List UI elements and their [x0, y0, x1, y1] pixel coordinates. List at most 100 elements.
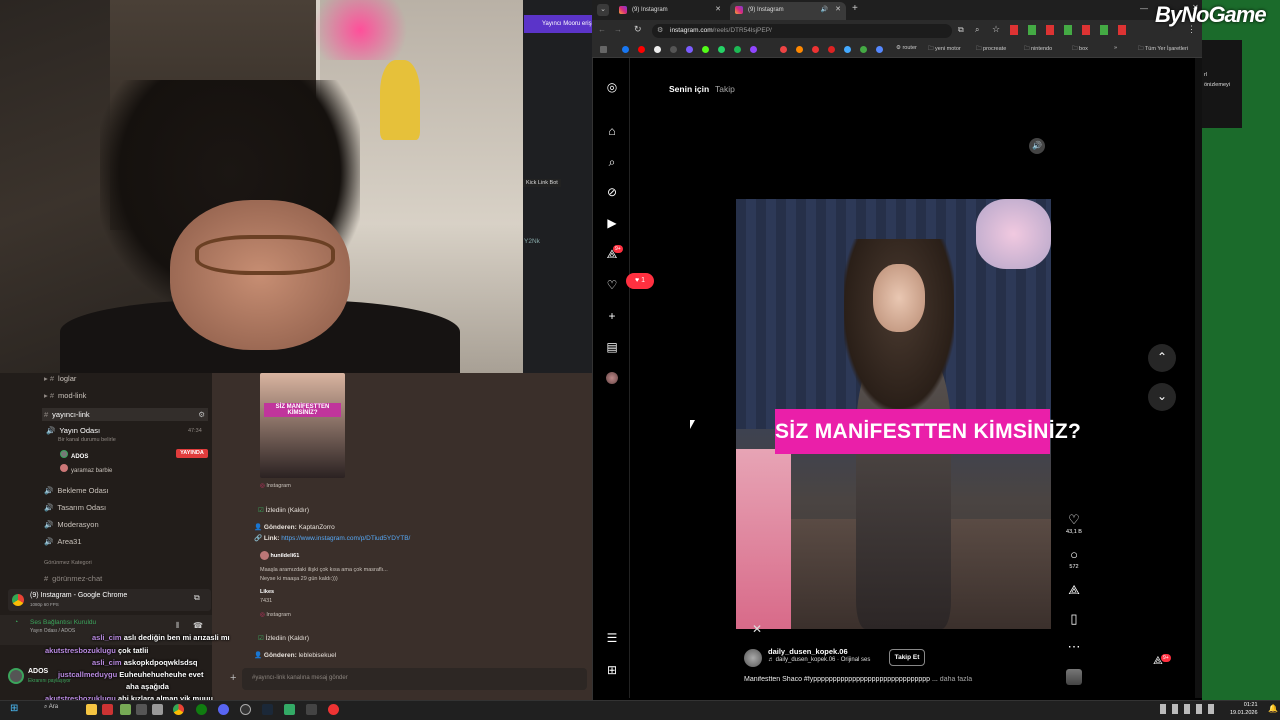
- tab-senin-icin[interactable]: Senin için: [669, 84, 709, 94]
- tab-instagram-2[interactable]: (9) Instagram 🔊 ✕: [730, 2, 846, 20]
- create-icon[interactable]: +: [604, 308, 620, 324]
- new-tab-button[interactable]: +: [852, 3, 858, 14]
- notifications-heart-icon[interactable]: ♡: [604, 277, 620, 293]
- reload-icon[interactable]: ↻: [634, 24, 642, 35]
- facebook-icon[interactable]: [622, 46, 629, 53]
- reel-audio[interactable]: ♬ daily_dusen_kopek.06 · Orijinal ses: [768, 657, 870, 663]
- back-icon[interactable]: ←: [598, 25, 606, 34]
- channel-mod-link[interactable]: ▸ # mod-link: [44, 391, 86, 400]
- profile-avatar[interactable]: [606, 372, 618, 384]
- bookmark-icon[interactable]: [828, 46, 835, 53]
- channel-loglar[interactable]: ▸ # loglar: [44, 374, 76, 383]
- save-button[interactable]: ▯: [1064, 612, 1084, 626]
- embed-author[interactable]: hunildeli61: [260, 551, 299, 560]
- page-scrollbar[interactable]: [1195, 58, 1202, 698]
- bookmark-folder-box[interactable]: 🗀 box: [1072, 45, 1088, 54]
- voice-channel-area31[interactable]: 🔊 Area31: [44, 537, 82, 546]
- watched-notice[interactable]: ☑ İzlediin (Kaldır): [258, 506, 309, 514]
- more-bookmarks-icon[interactable]: »: [1114, 45, 1117, 51]
- taskbar-clock[interactable]: 01:21 19.01.2026: [1230, 701, 1258, 717]
- bookmark-icon[interactable]: [844, 46, 851, 53]
- category-gorunmez[interactable]: Görünmez Kategori: [44, 560, 92, 566]
- youtube-icon[interactable]: [638, 46, 645, 53]
- app-icon[interactable]: [306, 704, 317, 715]
- more-options-button[interactable]: ⋯: [1064, 640, 1084, 654]
- stream-preview-card[interactable]: (9) Instagram - Google Chrome 1080p 60 F…: [8, 589, 211, 611]
- bookmark-folder-nintendo[interactable]: 🗀 nintendo: [1024, 45, 1052, 54]
- steam-icon[interactable]: [262, 704, 273, 715]
- cast-icon[interactable]: ⧉: [958, 25, 964, 35]
- popout-icon[interactable]: ⧉: [194, 593, 200, 603]
- bookmark-icon[interactable]: [670, 46, 677, 53]
- add-attachment-icon[interactable]: +: [230, 672, 236, 684]
- also-from-meta-icon[interactable]: ⊞: [604, 662, 620, 678]
- reels-icon[interactable]: ▶: [604, 215, 620, 231]
- home-icon[interactable]: ⌂: [604, 123, 620, 139]
- voice-user-ados[interactable]: ADOS: [60, 450, 88, 460]
- address-bar[interactable]: ⚙ instagram.com/reels/DTR54lsjPEP/: [652, 24, 952, 38]
- audio-cover-thumbnail[interactable]: [1066, 669, 1082, 685]
- whatsapp-icon[interactable]: [718, 46, 725, 53]
- notification-popup[interactable]: ♥ 1: [626, 273, 654, 289]
- dashboard-icon[interactable]: ▤: [604, 339, 620, 355]
- windows-start-icon[interactable]: ⊞: [10, 703, 18, 714]
- like-button[interactable]: ♡ 43,1 B: [1064, 513, 1084, 536]
- taskbar-search[interactable]: ⌕ Ara: [44, 704, 58, 711]
- bookmark-icon[interactable]: [876, 46, 883, 53]
- file-explorer-icon[interactable]: [86, 704, 97, 715]
- app-icon[interactable]: [102, 704, 113, 715]
- spotify-icon[interactable]: [734, 46, 741, 53]
- chrome-taskbar-icon[interactable]: [173, 704, 184, 715]
- reel-caption[interactable]: Manifestten Shaco #fyppppppppppppppppppp…: [744, 676, 1034, 683]
- more-menu-icon[interactable]: ☰: [604, 630, 620, 646]
- voice-channel-bekleme[interactable]: 🔊 Bekleme Odası: [44, 486, 109, 495]
- follow-button[interactable]: Takip Et: [889, 649, 925, 666]
- discord-icon[interactable]: [218, 704, 229, 715]
- channel-gorunmez-chat[interactable]: # görünmez-chat: [44, 574, 102, 583]
- instagram-embed-thumbnail[interactable]: SİZ MANİFESTTEN KİMSİNİZ?: [260, 373, 345, 478]
- bookmark-folder-yeni-motor[interactable]: 🗀 yeni motor: [928, 45, 961, 54]
- voice-channel-moderasyon[interactable]: 🔊 Moderasyon: [44, 520, 99, 529]
- noise-suppression-icon[interactable]: ⦀: [176, 621, 180, 631]
- bookmark-icon[interactable]: [686, 46, 693, 53]
- next-reel-button[interactable]: ⌄: [1148, 383, 1176, 411]
- bookmark-folder-procreate[interactable]: 🗀 procreate: [976, 45, 1006, 54]
- bookmark-star-icon[interactable]: ☆: [992, 24, 1000, 35]
- app-icon[interactable]: [152, 704, 163, 715]
- instagram-logo-icon[interactable]: ◎: [604, 79, 620, 95]
- tab-instagram-1[interactable]: (9) Instagram ✕: [614, 2, 726, 20]
- bookmark-icon[interactable]: [796, 46, 803, 53]
- bookmark-router[interactable]: ⚙ router: [896, 45, 917, 51]
- share-button[interactable]: ⟁: [1064, 583, 1084, 597]
- site-info-icon[interactable]: ⚙: [657, 24, 663, 38]
- obs-icon[interactable]: [240, 704, 251, 715]
- disconnect-icon[interactable]: ☎: [193, 621, 203, 630]
- twitch-icon[interactable]: [750, 46, 757, 53]
- app-icon[interactable]: [120, 704, 131, 715]
- forward-icon[interactable]: →: [614, 25, 622, 34]
- message-input[interactable]: + #yayıncı-link kanalına mesaj gönder: [230, 668, 587, 690]
- tab-search-icon[interactable]: ⌄: [597, 4, 609, 16]
- minimize-icon[interactable]: —: [1140, 4, 1148, 13]
- kick-icon[interactable]: [702, 46, 709, 53]
- watched-notice-2[interactable]: ☑ İzlediin (Kaldır): [258, 634, 309, 642]
- tab-takip[interactable]: Takip: [715, 84, 735, 94]
- zoom-icon[interactable]: ⌕: [975, 25, 979, 35]
- xbox-icon[interactable]: [196, 704, 207, 715]
- explore-icon[interactable]: ⊘: [604, 184, 620, 200]
- bookmark-icon[interactable]: [780, 46, 787, 53]
- previous-reel-button[interactable]: ⌃: [1148, 344, 1176, 372]
- bookmark-icon[interactable]: [860, 46, 867, 53]
- channel-yayinci-link[interactable]: # yayıncı-link ⚙: [42, 408, 208, 421]
- system-tray-icons[interactable]: [1160, 704, 1220, 714]
- reel-username[interactable]: daily_dusen_kopek.06: [768, 647, 848, 656]
- instagram-link[interactable]: https://www.instagram.com/p/DTiud5YDYTB/: [281, 535, 410, 542]
- app-icon[interactable]: [136, 704, 147, 715]
- notification-bell-icon[interactable]: 🔔: [1268, 704, 1278, 713]
- settings-icon[interactable]: ⚙: [198, 410, 205, 419]
- reel-author-avatar[interactable]: [744, 649, 762, 667]
- x-icon[interactable]: [654, 46, 661, 53]
- extensions-bar[interactable]: [1010, 25, 1130, 35]
- voice-channel-tasarim[interactable]: 🔊 Tasarım Odası: [44, 503, 106, 512]
- voice-channel-yayin-odasi[interactable]: 🔊 Yayın Odası: [46, 426, 100, 435]
